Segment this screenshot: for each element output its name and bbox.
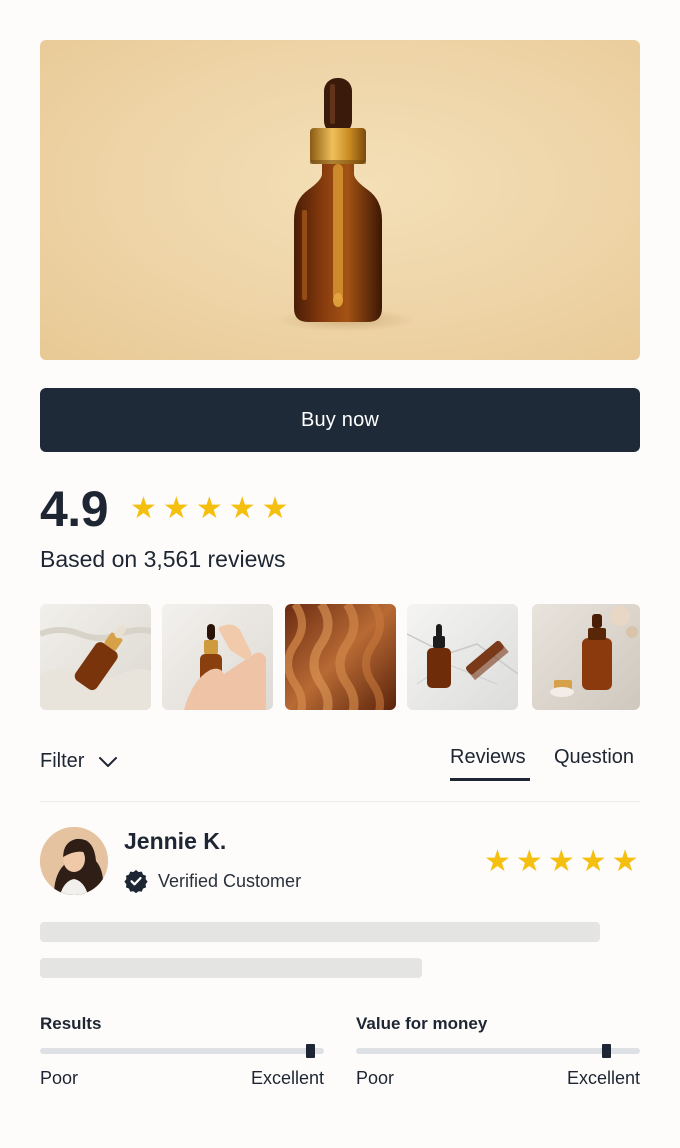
star-icon: ★ xyxy=(484,844,511,879)
star-icon: ★ xyxy=(195,491,223,526)
divider xyxy=(40,801,640,802)
metric-max-label: Excellent xyxy=(250,1068,324,1088)
metric-slider-marker xyxy=(305,1044,315,1058)
metric-max-label: Excellent xyxy=(566,1068,640,1088)
metric-slider-track xyxy=(356,1044,640,1058)
filter-label: Filter xyxy=(40,750,85,772)
reviewer-name: Jennie K. xyxy=(124,828,227,854)
star-icon: ★ xyxy=(515,844,543,879)
filter-dropdown[interactable]: Filter xyxy=(40,750,118,773)
active-tab-indicator xyxy=(450,778,530,781)
verified-badge: Verified Customer xyxy=(124,869,301,893)
star-icon: ★ xyxy=(547,844,575,879)
gallery-thumb-hand-holding-bottle[interactable] xyxy=(162,604,273,710)
rating-stars: ★ ★ ★ ★ ★ xyxy=(130,490,289,528)
metric-title: Value for money xyxy=(356,1014,488,1033)
star-icon: ★ xyxy=(162,491,190,526)
gallery-thumb-wavy-hair[interactable] xyxy=(285,604,396,710)
tab-question[interactable]: Question xyxy=(554,746,634,769)
serum-bottle-illustration xyxy=(276,78,416,332)
gallery-thumb-bottle-and-comb[interactable] xyxy=(407,604,518,710)
chevron-down-icon xyxy=(99,756,118,767)
avatar xyxy=(40,827,108,895)
review-text-placeholder xyxy=(40,958,422,978)
star-icon: ★ xyxy=(579,844,607,879)
star-icon: ★ xyxy=(611,844,639,879)
product-hero-image xyxy=(40,40,640,360)
tab-reviews[interactable]: Reviews xyxy=(450,746,526,769)
star-icon: ★ xyxy=(228,491,256,526)
metric-slider-track xyxy=(40,1044,324,1058)
star-icon: ★ xyxy=(261,491,289,526)
metric-title: Results xyxy=(40,1014,102,1033)
star-icon: ★ xyxy=(130,491,157,526)
average-rating: 4.9 xyxy=(40,481,109,537)
photo-gallery xyxy=(40,604,640,710)
metric-min-label: Poor xyxy=(40,1068,79,1088)
verified-check-icon xyxy=(124,870,148,893)
verified-label: Verified Customer xyxy=(158,870,302,891)
gallery-thumb-bottle-on-towel[interactable] xyxy=(40,604,151,710)
metric-value-for-money: Value for money Poor Excellent xyxy=(356,1014,640,1089)
review-stars: ★ ★ ★ ★ ★ xyxy=(484,843,639,881)
review-count: Based on 3,561 reviews xyxy=(40,546,286,572)
gallery-thumb-bottle-with-flowers[interactable] xyxy=(532,604,640,710)
metric-slider-marker xyxy=(601,1044,611,1058)
metric-min-label: Poor xyxy=(356,1068,395,1088)
review-text-placeholder xyxy=(40,922,600,942)
buy-now-button[interactable]: Buy now xyxy=(40,388,640,452)
metric-results: Results Poor Excellent xyxy=(40,1014,324,1089)
